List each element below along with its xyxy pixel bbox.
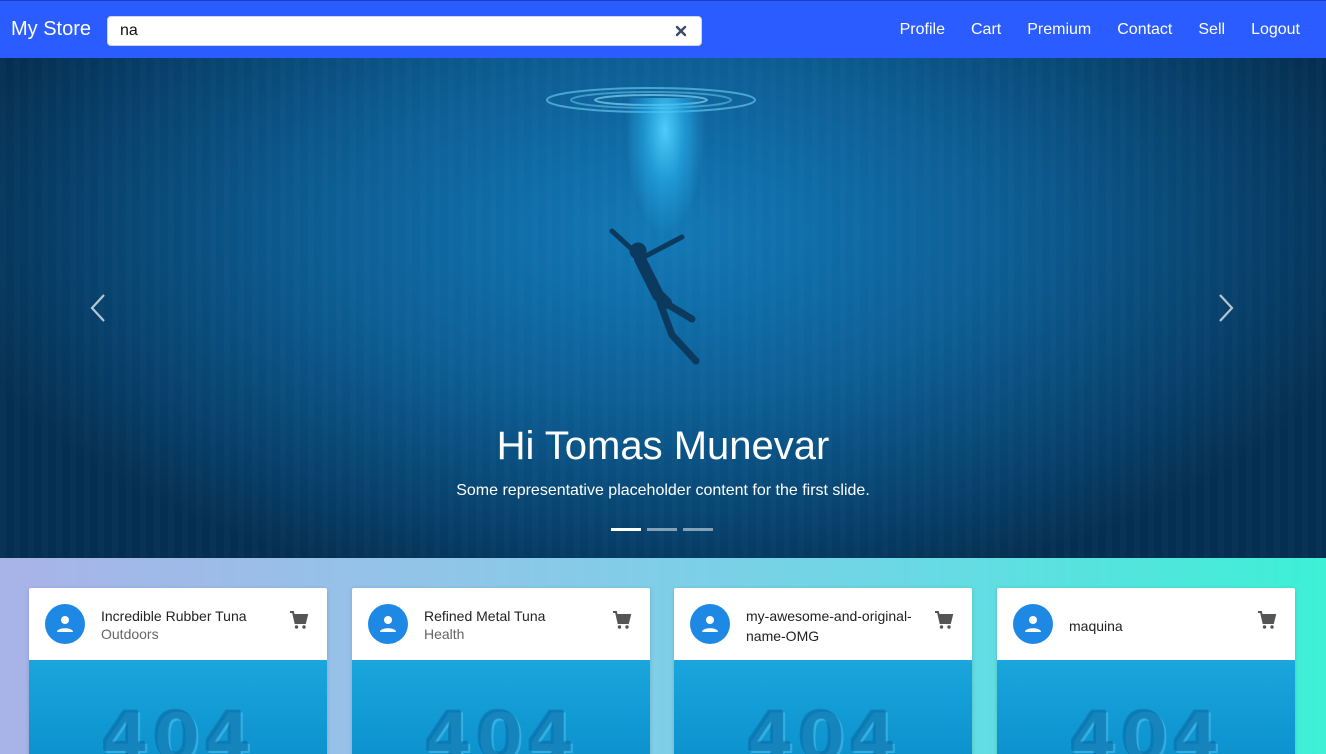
avatar — [1013, 604, 1053, 644]
product-card[interactable]: maquina 404 — [997, 588, 1295, 754]
brand-logo[interactable]: My Store — [11, 18, 107, 41]
product-card[interactable]: Refined Metal Tuna Health 404 — [352, 588, 650, 754]
product-image-text: 404 — [746, 698, 900, 754]
chevron-right-icon[interactable] — [1206, 288, 1246, 328]
cart-icon[interactable] — [1255, 608, 1279, 632]
product-name: Refined Metal Tuna — [424, 608, 546, 624]
nav-link-logout[interactable]: Logout — [1251, 21, 1300, 39]
person-icon — [57, 616, 73, 632]
product-grid: Incredible Rubber Tuna Outdoors 404 Refi… — [0, 558, 1326, 754]
product-image: 404 — [674, 660, 972, 754]
carousel-text: Some representative placeholder content … — [456, 482, 870, 499]
hero-carousel: Hi Tomas Munevar Some representative pla… — [0, 58, 1326, 558]
card-header: my-awesome-and-original-name-OMG — [674, 588, 972, 660]
product-name: my-awesome-and-original-name-OMG — [746, 608, 912, 644]
diver-figure — [609, 228, 700, 365]
person-icon — [1025, 616, 1041, 632]
carousel-indicator-1[interactable] — [611, 528, 641, 531]
carousel-title: Hi Tomas Munevar — [496, 424, 830, 468]
avatar — [45, 604, 85, 644]
cart-icon[interactable] — [932, 608, 956, 632]
product-category: Health — [424, 626, 465, 642]
card-header: Refined Metal Tuna Health — [352, 588, 650, 660]
close-icon[interactable] — [673, 23, 689, 39]
product-image: 404 — [352, 660, 650, 754]
nav-link-premium[interactable]: Premium — [1027, 21, 1091, 39]
cart-icon[interactable] — [287, 608, 311, 632]
nav-links: Profile Cart Premium Contact Sell Logout — [900, 1, 1326, 59]
card-header: maquina — [997, 588, 1295, 660]
card-header: Incredible Rubber Tuna Outdoors — [29, 588, 327, 660]
nav-link-cart[interactable]: Cart — [971, 21, 1001, 39]
carousel-indicators — [611, 528, 719, 531]
avatar — [690, 604, 730, 644]
product-image-text: 404 — [1069, 698, 1223, 754]
navbar: My Store Profile Cart Premium Contact Se… — [0, 0, 1326, 58]
person-icon — [702, 616, 718, 632]
search-input[interactable] — [120, 18, 660, 44]
product-card[interactable]: my-awesome-and-original-name-OMG 404 — [674, 588, 972, 754]
cart-icon[interactable] — [610, 608, 634, 632]
carousel-indicator-2[interactable] — [647, 528, 677, 531]
product-image-text: 404 — [101, 698, 255, 754]
carousel-indicator-3[interactable] — [683, 528, 713, 531]
product-card[interactable]: Incredible Rubber Tuna Outdoors 404 — [29, 588, 327, 754]
person-icon — [380, 616, 396, 632]
search-box — [107, 16, 702, 46]
chevron-left-icon[interactable] — [78, 288, 118, 328]
product-image: 404 — [997, 660, 1295, 754]
product-category: Outdoors — [101, 626, 159, 642]
nav-link-contact[interactable]: Contact — [1117, 21, 1172, 39]
product-image-text: 404 — [424, 698, 578, 754]
product-name: maquina — [1069, 618, 1123, 634]
nav-link-profile[interactable]: Profile — [900, 21, 945, 39]
nav-link-sell[interactable]: Sell — [1198, 21, 1225, 39]
product-name: Incredible Rubber Tuna — [101, 608, 247, 624]
avatar — [368, 604, 408, 644]
product-image: 404 — [29, 660, 327, 754]
